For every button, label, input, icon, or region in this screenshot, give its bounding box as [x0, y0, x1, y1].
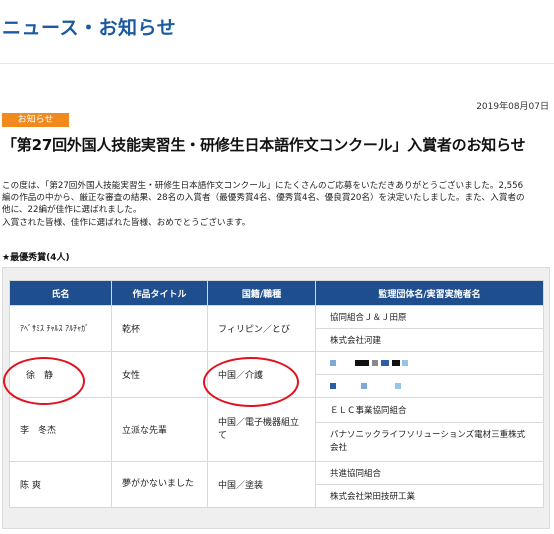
cell-org-redacted: [315, 374, 544, 398]
redaction-block: [391, 359, 400, 366]
redaction-block: [330, 359, 336, 366]
page-title: ニュース・お知らせ: [2, 17, 177, 39]
redaction-block: [330, 382, 336, 389]
article-date: 2019年08月07日: [476, 102, 549, 112]
cell-country: 中国／塗装: [207, 461, 316, 508]
cell-org: 株式会社河建: [315, 328, 544, 352]
annotation-circle-name: [3, 357, 85, 405]
cell-title: 夢がかないました: [111, 461, 208, 508]
redaction-block: [361, 382, 368, 389]
redaction-block: [370, 382, 393, 389]
cell-title: 乾杯: [111, 305, 208, 352]
cell-org-redacted: [315, 351, 544, 375]
col-header-org: 監理団体名/実習実施者名: [315, 280, 544, 306]
header-divider: [0, 63, 554, 64]
col-header-country: 国籍/職種: [207, 280, 316, 306]
cell-org: 協同組合Ｊ＆Ｊ田原: [315, 305, 544, 329]
body-line: 編の作品の中から、厳正な審査の結果、28名の入賞者（最優秀賞4名、優秀賞4名、優…: [2, 193, 525, 204]
redaction-block: [355, 359, 370, 366]
body-line: この度は、「第27回外国人技能実習生・研修生日本語作文コンクール」にたくさんのご…: [2, 181, 524, 191]
body-line: 入賞された皆様、佳作に選ばれた皆様、おめでとうございます。: [2, 217, 251, 228]
redaction-block: [338, 382, 359, 389]
redaction-block: [338, 359, 353, 366]
col-header-name: 氏名: [9, 280, 112, 306]
article-body: この度は、「第27回外国人技能実習生・研修生日本語作文コンクール」にたくさんのご…: [2, 180, 552, 229]
section-label: ★最優秀賞(4人): [2, 253, 70, 263]
body-line: 他に、22編が佳作に選ばれました。: [2, 205, 142, 216]
cell-country: 中国／電子機器組立て: [207, 397, 316, 462]
cell-org: 共進協同組合: [315, 461, 544, 485]
cell-org: パナソニックライフソリューションズ電材三重株式会社: [315, 422, 544, 462]
redaction-block: [380, 359, 389, 366]
cell-name: 李 冬杰: [9, 397, 112, 462]
table-row: 陈 爽 夢がかないました 中国／塗装 共進協同組合: [9, 461, 544, 508]
article-title: 「第27回外国人技能実習生・研修生日本語作文コンクール」入賞者のお知らせ: [2, 136, 526, 154]
col-header-title: 作品タイトル: [111, 280, 208, 306]
cell-name: ｱﾍﾞｻﾐｽ ﾁｬﾙｽ ｱﾙﾁｬｶﾞ: [9, 305, 112, 352]
table-header-row: 氏名 作品タイトル 国籍/職種 監理団体名/実習実施者名: [9, 280, 544, 306]
category-badge[interactable]: お知らせ: [2, 113, 69, 127]
cell-name: 陈 爽: [9, 461, 112, 508]
redaction-block: [372, 359, 379, 366]
cell-title: 女性: [111, 351, 208, 398]
table-row: ｱﾍﾞｻﾐｽ ﾁｬﾙｽ ｱﾙﾁｬｶﾞ 乾杯 フィリピン／とび 協同組合Ｊ＆Ｊ田原: [9, 305, 544, 352]
redaction-block: [394, 382, 401, 389]
cell-country: フィリピン／とび: [207, 305, 316, 352]
redaction-block: [402, 359, 409, 366]
cell-org: 株式会社栄田技研工業: [315, 484, 544, 508]
cell-org: ＥＬＣ事業協同組合: [315, 397, 544, 423]
cell-title: 立派な先輩: [111, 397, 208, 462]
annotation-circle-country: [203, 357, 299, 407]
